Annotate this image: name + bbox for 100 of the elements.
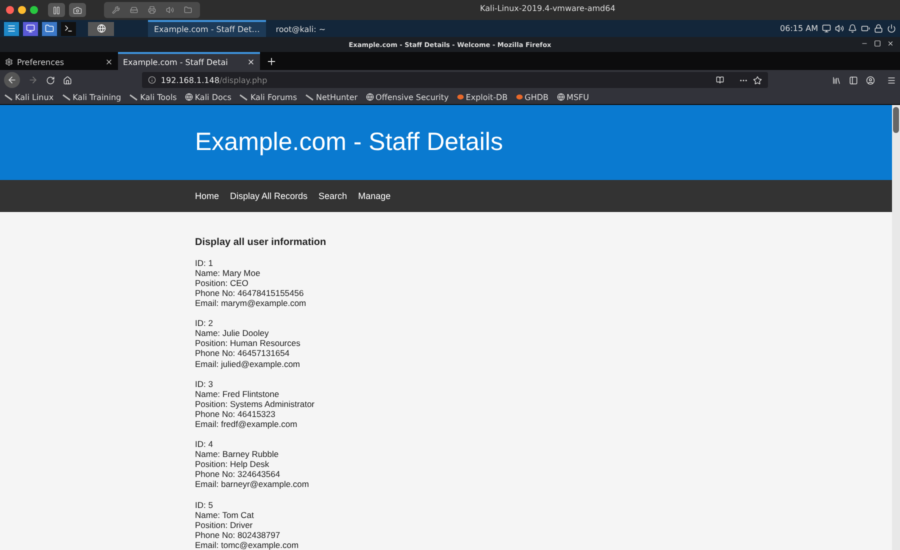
- record-line: ID: 5: [195, 500, 214, 510]
- record-line: Phone No: 46457131654: [195, 348, 291, 358]
- home-icon: [62, 76, 72, 84]
- monitor-icon: [26, 24, 35, 33]
- minimize-icon[interactable]: [18, 6, 26, 14]
- app-menu-button[interactable]: [4, 22, 19, 36]
- bookmark-link[interactable]: Kali Docs: [184, 92, 232, 102]
- record-line: Name: Tom Cat: [195, 510, 255, 520]
- record-line: Phone No: 46478415155456: [195, 288, 305, 298]
- record-line: Phone No: 46415323: [195, 408, 276, 419]
- bookmark-link[interactable]: Exploit-DB: [456, 92, 508, 102]
- address-field[interactable]: 192.168.1.148/display.php: [142, 72, 768, 88]
- star-icon[interactable]: [753, 76, 762, 84]
- record-line: Phone No: 324643564: [195, 469, 282, 480]
- record-line: Position: CEO: [195, 278, 250, 288]
- battery-icon[interactable]: [861, 24, 870, 33]
- folder-button[interactable]: [42, 22, 57, 36]
- browser-tab[interactable]: Example.com - Staff Detai: [118, 52, 260, 70]
- reader-view-icon[interactable]: [716, 76, 724, 84]
- menu-icon[interactable]: [887, 76, 896, 84]
- library-icon[interactable]: [832, 76, 842, 84]
- record-line: ID: 4: [195, 439, 214, 450]
- section-heading: Display all user information: [195, 236, 328, 248]
- display-icon[interactable]: [822, 24, 831, 33]
- bookmark-link[interactable]: NetHunter: [304, 92, 358, 102]
- bookmark-link[interactable]: Kali Linux: [4, 92, 54, 102]
- back-button[interactable]: [4, 72, 20, 88]
- zoom-icon[interactable]: [30, 6, 38, 14]
- close-icon[interactable]: [887, 40, 894, 47]
- taskbar-task[interactable]: Example.com - Staff Det…: [148, 20, 266, 37]
- bookmark-link[interactable]: Kali Training: [62, 92, 122, 102]
- bookmark-link[interactable]: GHDB: [516, 92, 549, 102]
- record-line: Position: Driver: [195, 520, 254, 530]
- plus-icon: [266, 56, 277, 66]
- record-line: Email: marym@example.com: [195, 298, 308, 308]
- drive-icon[interactable]: [130, 6, 138, 14]
- clock: 06:15 AM: [780, 24, 818, 33]
- record-line: Email: julied@example.com: [195, 358, 302, 369]
- snapshot-button[interactable]: [69, 3, 86, 17]
- host-window-title: Kali-Linux-2019.4-vmware-amd64: [480, 4, 616, 13]
- reload-button[interactable]: [46, 76, 55, 84]
- record-line: Email: fredf@example.com: [195, 418, 298, 430]
- globe-icon: [96, 24, 106, 33]
- record-line: Name: Julie Dooley: [195, 328, 270, 338]
- power-icon[interactable]: [887, 24, 896, 33]
- browser-launcher-button[interactable]: [88, 22, 114, 36]
- bookmark-link[interactable]: MSFU: [556, 92, 589, 102]
- globe-icon: [556, 93, 565, 101]
- terminal-button[interactable]: [61, 22, 76, 36]
- folder-icon[interactable]: [184, 6, 192, 14]
- desktop-button[interactable]: [23, 22, 38, 36]
- lock-icon[interactable]: [874, 24, 883, 33]
- info-icon: [148, 76, 156, 84]
- scrollbar[interactable]: [892, 105, 900, 550]
- menu-icon: [7, 24, 16, 33]
- close-icon[interactable]: [105, 58, 113, 66]
- record-line: Position: Human Resources: [195, 338, 302, 348]
- speaker-icon[interactable]: [835, 24, 844, 33]
- arrow-right-icon: [28, 75, 38, 85]
- nav-link[interactable]: Home: [195, 190, 220, 201]
- scrollbar-thumb[interactable]: [893, 107, 899, 133]
- nav-link[interactable]: Display All Records: [230, 190, 308, 201]
- browser-tab[interactable]: Preferences: [0, 52, 118, 70]
- maximize-icon[interactable]: [874, 40, 881, 47]
- record-line: Position: Systems Administrator: [195, 398, 316, 409]
- taskbar-task[interactable]: root@kali: ~: [270, 20, 332, 37]
- record-line: ID: 2: [195, 318, 214, 328]
- record-line: Email: tomc@example.com: [195, 540, 300, 550]
- globe-icon: [184, 93, 193, 101]
- pause-icon: [52, 6, 61, 14]
- globe-icon: [366, 93, 374, 101]
- reload-icon: [46, 76, 55, 84]
- site-title: Example.com - Staff Details: [195, 128, 503, 158]
- record-line: Name: Fred Flintstone: [195, 388, 280, 399]
- arrow-left-icon: [6, 75, 17, 85]
- bookmark-link[interactable]: Offensive Security: [366, 92, 449, 102]
- account-icon[interactable]: [866, 76, 876, 84]
- printer-icon[interactable]: [148, 6, 156, 14]
- pause-button[interactable]: [48, 3, 65, 17]
- bell-icon[interactable]: [848, 24, 857, 33]
- terminal-icon: [64, 24, 73, 33]
- wrench-icon[interactable]: [112, 6, 120, 14]
- camera-icon: [73, 6, 82, 14]
- record-line: Email: barneyr@example.com: [195, 479, 310, 490]
- record-line: Name: Mary Moe: [195, 268, 262, 278]
- forward-button[interactable]: [28, 75, 38, 85]
- record-line: Name: Barney Rubble: [195, 449, 280, 460]
- settings-icon: [5, 58, 13, 66]
- folder-icon: [45, 24, 54, 33]
- minimize-icon[interactable]: [861, 40, 868, 47]
- bookmark-link[interactable]: Kali Forums: [239, 92, 297, 102]
- nav-link[interactable]: Search: [318, 190, 348, 201]
- record-line: ID: 3: [195, 378, 214, 389]
- sidebar-icon[interactable]: [849, 76, 858, 84]
- record-line: Phone No: 802438797: [195, 530, 282, 540]
- record-line: Position: Help Desk: [195, 459, 270, 470]
- home-button[interactable]: [62, 76, 72, 84]
- record-line: ID: 1: [195, 258, 214, 268]
- nav-link[interactable]: Manage: [358, 190, 391, 201]
- bookmark-link[interactable]: Kali Tools: [129, 92, 177, 102]
